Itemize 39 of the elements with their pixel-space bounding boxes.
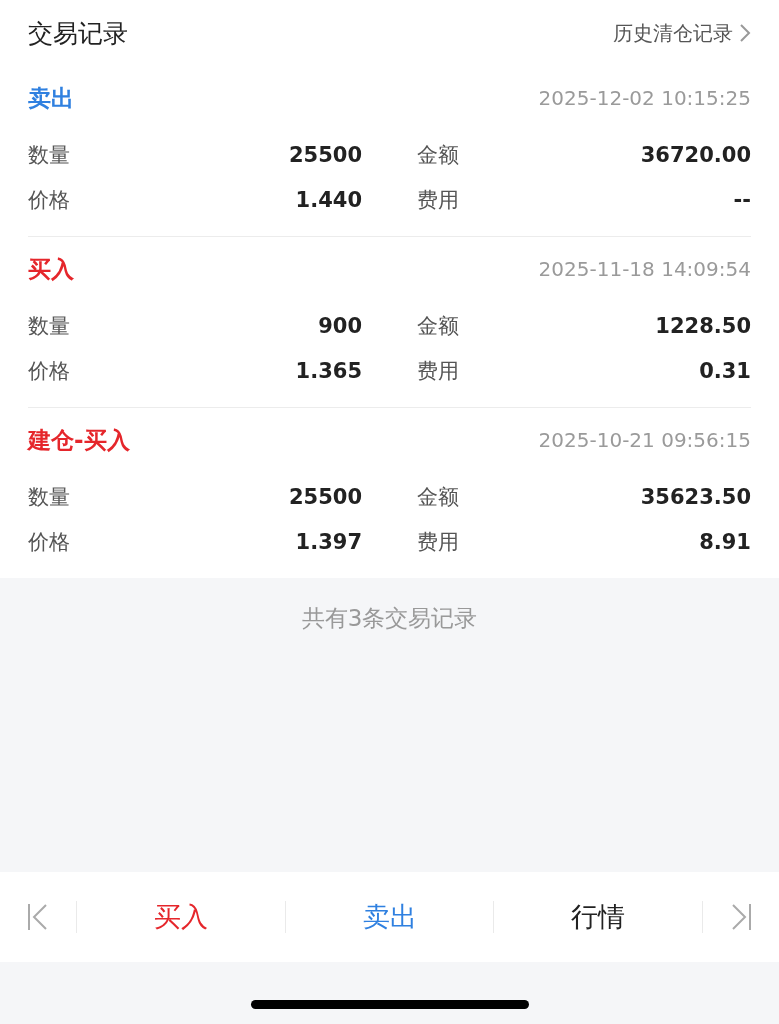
- last-page-icon[interactable]: [729, 902, 753, 932]
- field-label: 价格: [28, 528, 70, 556]
- field-value: 25500: [288, 142, 362, 167]
- field-label: 费用: [417, 357, 459, 385]
- field-value: 8.91: [699, 529, 751, 554]
- field-value: 25500: [288, 484, 362, 509]
- page-title: 交易记录: [28, 17, 128, 50]
- field-value: 35623.50: [640, 484, 751, 509]
- field-label: 价格: [28, 357, 70, 385]
- first-page-icon[interactable]: [26, 902, 50, 932]
- trade-type: 建仓-买入: [28, 425, 130, 455]
- field-value: 1.440: [295, 187, 362, 212]
- trade-time: 2025-12-02 10:15:25: [538, 86, 751, 110]
- field-label: 费用: [417, 528, 459, 556]
- trade-type: 买入: [28, 254, 74, 284]
- trade-time: 2025-11-18 14:09:54: [538, 257, 751, 281]
- history-link[interactable]: 历史清仓记录: [613, 19, 751, 47]
- trade-type: 卖出: [28, 83, 74, 113]
- action-tab[interactable]: 行情: [494, 887, 702, 947]
- field-label: 价格: [28, 186, 70, 214]
- field-value: 1.397: [295, 529, 362, 554]
- chevron-right-icon: [739, 23, 751, 43]
- field-value: 1228.50: [655, 313, 751, 338]
- field-label: 金额: [417, 312, 459, 340]
- field-label: 费用: [417, 186, 459, 214]
- field-value: 900: [318, 313, 362, 338]
- trade-time: 2025-10-21 09:56:15: [538, 428, 751, 452]
- field-label: 数量: [28, 141, 70, 169]
- field-value: 0.31: [699, 358, 751, 383]
- action-tab[interactable]: 卖出: [285, 887, 494, 947]
- field-value: 36720.00: [640, 142, 751, 167]
- field-value: --: [733, 187, 751, 212]
- record-count: 共有3条交易记录: [301, 604, 478, 633]
- field-label: 数量: [28, 483, 70, 511]
- field-label: 数量: [28, 312, 70, 340]
- field-label: 金额: [417, 141, 459, 169]
- action-tab[interactable]: 买入: [77, 887, 285, 947]
- field-label: 金额: [417, 483, 459, 511]
- field-value: 1.365: [295, 358, 362, 383]
